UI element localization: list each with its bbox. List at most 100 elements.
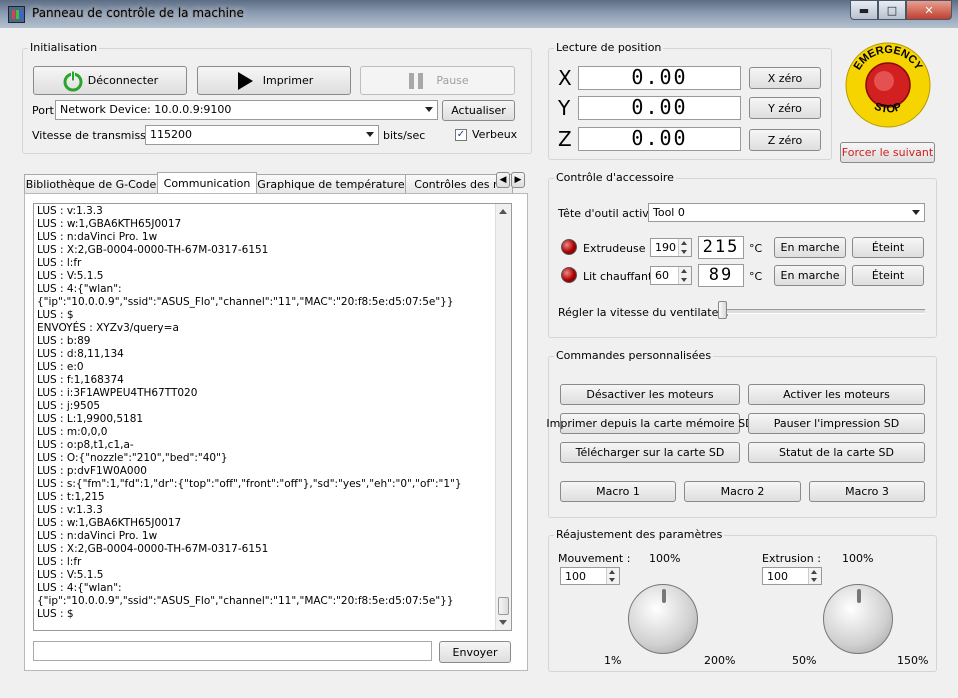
tab-communication[interactable]: Communication bbox=[157, 172, 257, 194]
scroll-down-icon[interactable] bbox=[499, 620, 507, 625]
spin-arrows-icon[interactable] bbox=[678, 267, 691, 284]
send-button[interactable]: Envoyer bbox=[439, 641, 511, 663]
speed-select[interactable]: 115200 bbox=[145, 125, 379, 145]
speed-value: 115200 bbox=[150, 128, 192, 141]
disconnect-label: Déconnecter bbox=[87, 74, 159, 87]
app-icon bbox=[8, 6, 25, 23]
console-line: LUS : t:1,215 bbox=[37, 491, 105, 503]
console-line: LUS : 4:{"wlan": bbox=[37, 582, 122, 594]
extrusion-dial[interactable] bbox=[823, 584, 893, 654]
console-line: LUS : X:2,GB-0004-0000-TH-67M-0317-6151 bbox=[37, 244, 269, 256]
port-select[interactable]: Network Device: 10.0.0.9:9100 bbox=[55, 100, 438, 120]
spin-arrows-icon[interactable] bbox=[678, 239, 691, 256]
bed-target-spinbox[interactable]: 60 bbox=[650, 266, 692, 285]
movement-min: 1% bbox=[604, 654, 622, 667]
zero-x-button[interactable]: X zéro bbox=[749, 67, 821, 89]
console-line: LUS : f:1,168374 bbox=[37, 374, 124, 386]
upload-to-sd-button[interactable]: Télécharger sur la carte SD bbox=[560, 442, 740, 463]
verbose-checkbox[interactable]: ✓ bbox=[455, 129, 467, 141]
minimize-button[interactable]: ▬ bbox=[850, 0, 878, 20]
emergency-stop-button[interactable]: EMERGENCY STOP bbox=[844, 41, 932, 129]
extrusion-value: 100 bbox=[767, 570, 788, 583]
fan-speed-track[interactable] bbox=[718, 309, 925, 314]
pause-icon bbox=[409, 72, 424, 89]
maximize-button[interactable]: □ bbox=[878, 0, 906, 20]
spin-arrows-icon[interactable] bbox=[606, 568, 619, 584]
console-line: LUS : l:fr bbox=[37, 257, 82, 269]
tool-select[interactable]: Tool 0 bbox=[648, 203, 925, 222]
fan-speed-label: Régler la vitesse du ventilateur bbox=[558, 306, 730, 319]
extrusion-spinbox[interactable]: 100 bbox=[762, 567, 822, 585]
speed-unit: bits/sec bbox=[383, 129, 426, 142]
dial-notch bbox=[662, 589, 666, 603]
bed-on-button[interactable]: En marche bbox=[774, 265, 846, 286]
disconnect-button[interactable]: Déconnecter bbox=[33, 66, 187, 95]
extruder-target-spinbox[interactable]: 190 bbox=[650, 238, 692, 257]
extruder-off-button[interactable]: Éteint bbox=[852, 237, 924, 258]
pause-sd-print-button[interactable]: Pauser l'impression SD bbox=[748, 413, 925, 434]
play-icon bbox=[237, 71, 253, 90]
disable-motors-button[interactable]: Désactiver les moteurs bbox=[560, 384, 740, 405]
bed-target-value: 60 bbox=[655, 269, 669, 282]
pause-button[interactable]: Pause bbox=[360, 66, 515, 95]
main-window: Panneau de contrôle de la machine ▬ □ ✕ … bbox=[0, 0, 958, 698]
movement-dial[interactable] bbox=[628, 584, 698, 654]
print-button[interactable]: Imprimer bbox=[197, 66, 351, 95]
port-label: Port bbox=[32, 104, 54, 117]
movement-max: 200% bbox=[704, 654, 736, 667]
console-line: LUS : j:9505 bbox=[37, 400, 101, 412]
console-log[interactable]: LUS : v:1.3.3 LUS : w:1,GBA6KTH65J0017 LUS… bbox=[33, 203, 512, 631]
macro-2-button[interactable]: Macro 2 bbox=[684, 481, 801, 502]
print-from-sd-button[interactable]: Imprimer depuis la carte mémoire SD bbox=[546, 413, 754, 434]
spin-arrows-icon[interactable] bbox=[808, 568, 821, 584]
custom-commands-title: Commandes personnalisées bbox=[554, 349, 714, 362]
axis-z-label: Z bbox=[558, 127, 572, 151]
tool-label: Tête d'outil active bbox=[558, 207, 656, 220]
dial-notch bbox=[857, 589, 861, 603]
axis-x-readout: 0.00 bbox=[578, 66, 741, 90]
close-button[interactable]: ✕ bbox=[906, 0, 952, 20]
macro-1-button[interactable]: Macro 1 bbox=[560, 481, 676, 502]
console-line: LUS : $ bbox=[37, 608, 74, 620]
console-lines: LUS : v:1.3.3 LUS : w:1,GBA6KTH65J0017 LUS… bbox=[37, 205, 495, 621]
chevron-down-icon bbox=[366, 132, 374, 137]
console-line: LUS : $ bbox=[37, 309, 74, 321]
tab-scroll-right-button[interactable]: ▶ bbox=[511, 172, 525, 188]
movement-spinbox[interactable]: 100 bbox=[560, 567, 620, 585]
tab-gcode-library[interactable]: Bibliothèque de G-Code bbox=[24, 174, 158, 193]
console-line: LUS : w:1,GBA6KTH65J0017 bbox=[37, 517, 182, 529]
console-line: LUS : d:8,11,134 bbox=[37, 348, 124, 360]
bed-label: Lit chauffant bbox=[583, 270, 653, 283]
command-input[interactable] bbox=[33, 641, 432, 661]
power-icon bbox=[63, 70, 83, 91]
adjust-title: Réajustement des paramètres bbox=[554, 528, 725, 541]
console-scrollbar[interactable] bbox=[495, 204, 511, 630]
console-line: LUS : s:{"fm":1,"fd":1,"dr":{"top":"off"… bbox=[37, 478, 462, 490]
console-line: LUS : o:p8,t1,c1,a- bbox=[37, 439, 134, 451]
scroll-thumb[interactable] bbox=[498, 597, 509, 615]
scroll-up-icon[interactable] bbox=[499, 209, 507, 214]
bed-off-button[interactable]: Éteint bbox=[852, 265, 924, 286]
extrusion-percent: 100% bbox=[842, 552, 874, 565]
tab-temperature-graph[interactable]: Graphique de température bbox=[256, 174, 406, 193]
zero-z-button[interactable]: Z zéro bbox=[749, 129, 821, 151]
sd-status-button[interactable]: Statut de la carte SD bbox=[748, 442, 925, 463]
title-bar[interactable]: Panneau de contrôle de la machine ▬ □ ✕ bbox=[0, 0, 958, 28]
extrusion-min: 50% bbox=[792, 654, 817, 667]
extruder-current-readout: 215 bbox=[698, 236, 744, 259]
enable-motors-button[interactable]: Activer les moteurs bbox=[748, 384, 925, 405]
zero-y-button[interactable]: Y zéro bbox=[749, 97, 821, 119]
console-line: LUS : e:0 bbox=[37, 361, 84, 373]
extruder-on-button[interactable]: En marche bbox=[774, 237, 846, 258]
console-line: LUS : v:1.3.3 bbox=[37, 205, 103, 217]
console-line: ENVOYÉS : XYZv3/query=a bbox=[37, 322, 179, 334]
console-line: LUS : i:3F1AWPEU4TH67TT020 bbox=[37, 387, 198, 399]
force-next-button[interactable]: Forcer le suivant bbox=[840, 142, 935, 163]
console-line: LUS : b:89 bbox=[37, 335, 91, 347]
refresh-button[interactable]: Actualiser bbox=[442, 100, 515, 121]
macro-3-button[interactable]: Macro 3 bbox=[809, 481, 925, 502]
chevron-down-icon bbox=[425, 107, 433, 112]
tab-scroll-left-button[interactable]: ◀ bbox=[496, 172, 510, 188]
fan-speed-slider[interactable] bbox=[718, 301, 727, 319]
console-line: {"ip":"10.0.0.9","ssid":"ASUS_Flo","chan… bbox=[37, 595, 454, 607]
